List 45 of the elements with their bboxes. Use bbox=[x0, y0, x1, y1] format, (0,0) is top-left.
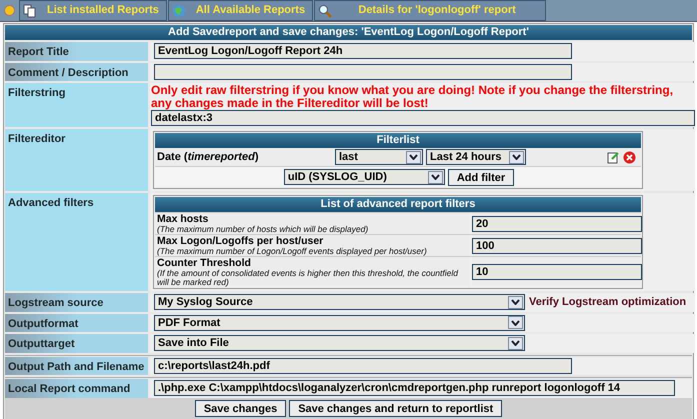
filter-title: Max hosts bbox=[157, 213, 210, 225]
operator-select[interactable]: last bbox=[335, 149, 423, 165]
filter-title: Counter Threshold bbox=[157, 257, 252, 269]
field-label: Report Title bbox=[5, 42, 148, 60]
save-button[interactable]: Save changes and return to reportlist bbox=[289, 400, 502, 416]
field-label: Filtereditor bbox=[5, 129, 148, 191]
section-header: List of advanced report filters bbox=[155, 197, 641, 212]
filter-value-field[interactable]: 20 bbox=[472, 216, 642, 232]
pages-icon bbox=[23, 4, 37, 18]
field-label: Outputformat bbox=[5, 314, 148, 332]
field-select[interactable]: uID (SYSLOG_UID) bbox=[284, 169, 445, 185]
report-title-field[interactable]: EventLog Logon/Logoff Report 24h bbox=[154, 43, 572, 59]
add-filter-button[interactable]: Add filter bbox=[448, 168, 514, 186]
output-path-field[interactable]: c:\reports\last24h.pdf bbox=[154, 358, 572, 374]
filter-value-field[interactable]: 10 bbox=[472, 264, 642, 280]
filter-name: Date (timereported) bbox=[157, 150, 260, 165]
section-header: Add Savedreport and save changes: 'EventLog Logon/Logoff Report' bbox=[5, 25, 692, 40]
command-field[interactable]: .\php.exe C:\xampp\htdocs\loganalyzer\cron\cmdreportgen.php runreport logonlogoff 14 bbox=[154, 380, 675, 396]
edit-icon[interactable] bbox=[607, 150, 620, 164]
field-label: Filterstring bbox=[5, 83, 148, 127]
field-label: Comment / Description bbox=[5, 62, 148, 81]
search-icon bbox=[318, 4, 332, 18]
filter-value-field[interactable]: 100 bbox=[472, 238, 642, 254]
verify-link[interactable]: Verify Logstream optimization bbox=[529, 294, 686, 310]
range-select[interactable]: Last 24 hours bbox=[426, 149, 526, 165]
field-label: Local Report command bbox=[5, 379, 148, 398]
save-button[interactable]: Save changes bbox=[194, 400, 286, 416]
field-label: Output Path and Filename bbox=[5, 356, 148, 375]
filterstring-field[interactable]: datelastx:3 bbox=[151, 110, 695, 126]
filter-hint: (The maximum number of Logon/Logoff events displayed per host/user) bbox=[157, 247, 428, 256]
filter-title: Max Logon/Logoffs per host/user bbox=[157, 235, 324, 247]
warning-text: Only edit raw filterstring if you know what you are doing! Note if you change the filterstring, any changes made in the Filtereditor will be lost! bbox=[151, 84, 674, 110]
field-label: Advanced filters bbox=[5, 193, 148, 291]
globe-icon bbox=[172, 4, 186, 18]
filter-hint: (The maximum number of hosts which will be displayed) bbox=[157, 225, 370, 234]
delete-icon[interactable] bbox=[623, 150, 636, 164]
option-select[interactable]: Save into File bbox=[154, 335, 525, 352]
comment-field[interactable] bbox=[154, 64, 572, 80]
field-label: Outputtarget bbox=[5, 334, 148, 352]
section-header: Filterlist bbox=[155, 133, 641, 148]
option-select[interactable]: PDF Format bbox=[154, 314, 525, 331]
status-dot-icon bbox=[4, 5, 14, 16]
option-select[interactable]: My Syslog Source bbox=[154, 294, 525, 310]
field-label: Logstream source bbox=[5, 293, 148, 312]
filter-hint: (If the amount of consolidated events is higher then this threshold, the countfield will be marked red) bbox=[157, 269, 460, 287]
